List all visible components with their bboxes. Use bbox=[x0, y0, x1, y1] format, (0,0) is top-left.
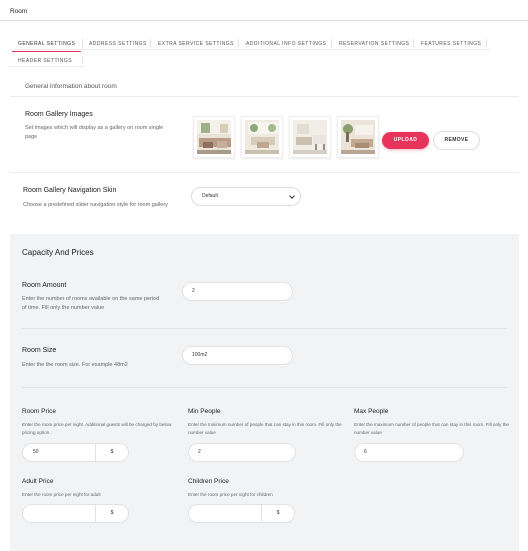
children-price-label: Children Price bbox=[188, 478, 229, 485]
children-price-description: Enter the room price per night for child… bbox=[188, 492, 273, 497]
max-people-input[interactable]: 6 bbox=[354, 443, 464, 462]
max-people-label: Max People bbox=[354, 408, 389, 415]
room-price-value: 50 bbox=[33, 449, 39, 455]
divider bbox=[22, 387, 507, 388]
room-size-description: Enter the the room size. For example 48m… bbox=[22, 362, 128, 368]
min-people-input[interactable]: 2 bbox=[188, 443, 296, 462]
tab-divider bbox=[82, 39, 83, 47]
currency-addon: $ bbox=[261, 505, 294, 522]
tab-divider bbox=[238, 39, 239, 47]
gallery-thumbnail[interactable] bbox=[289, 116, 331, 158]
room-size-label: Room Size bbox=[22, 347, 57, 354]
room-photo-image bbox=[293, 120, 327, 154]
room-amount-input[interactable]: 2 bbox=[182, 282, 293, 301]
nav-skin-label: Room Gallery Navigation Skin bbox=[23, 187, 117, 194]
room-size-input[interactable]: 100m2 bbox=[182, 346, 293, 365]
room-price-input[interactable]: 50 $ bbox=[22, 443, 129, 462]
min-people-label: Min People bbox=[188, 408, 221, 415]
children-price-input[interactable]: $ bbox=[188, 504, 295, 523]
tab-divider bbox=[82, 56, 83, 64]
room-photo-image bbox=[245, 120, 279, 154]
divider bbox=[22, 328, 507, 329]
tab-row-divider bbox=[10, 66, 84, 67]
upload-button[interactable]: UPLOAD bbox=[382, 132, 429, 149]
room-amount-label: Room Amount bbox=[22, 282, 67, 289]
max-people-description: Enter the maximum number of people that … bbox=[354, 422, 509, 435]
gallery-thumbnail[interactable] bbox=[241, 116, 283, 158]
tab-divider bbox=[331, 39, 332, 47]
gallery-thumbnail[interactable] bbox=[193, 116, 235, 158]
gallery-description: Set images which will display as a galle… bbox=[25, 125, 164, 140]
chevron-down-icon bbox=[289, 193, 295, 199]
remove-button[interactable]: REMOVE bbox=[433, 131, 480, 150]
gallery-label: Room Gallery Images bbox=[25, 111, 93, 118]
room-photo-image bbox=[341, 120, 375, 154]
section-subtitle: General information about room bbox=[25, 83, 117, 90]
nav-skin-description: Choose a predefined slider navigation st… bbox=[23, 202, 168, 208]
currency-addon: $ bbox=[95, 444, 128, 461]
divider bbox=[10, 172, 519, 173]
tab-row-divider bbox=[10, 49, 490, 50]
currency-addon: $ bbox=[95, 505, 128, 522]
gallery-thumbnail[interactable] bbox=[337, 116, 379, 158]
tab-divider bbox=[413, 39, 414, 47]
adult-price-input[interactable]: $ bbox=[22, 504, 129, 523]
nav-skin-selected-value: Default bbox=[202, 193, 218, 199]
tab-divider bbox=[486, 39, 487, 47]
min-people-description: Enter the minimum number of people that … bbox=[188, 422, 342, 435]
top-bar: Room bbox=[0, 0, 528, 21]
room-photo-image bbox=[197, 120, 231, 154]
window-title: Room bbox=[10, 8, 28, 15]
divider bbox=[10, 96, 519, 97]
room-price-label: Room Price bbox=[22, 408, 56, 415]
tab-divider bbox=[150, 39, 151, 47]
room-amount-description: Enter the number of rooms available on t… bbox=[22, 296, 160, 311]
room-price-description: Enter the room price per night. Addition… bbox=[22, 422, 172, 435]
adult-price-label: Adult Price bbox=[22, 478, 54, 485]
nav-skin-select[interactable]: Default bbox=[191, 187, 301, 206]
capacity-title: Capacity And Prices bbox=[22, 248, 94, 257]
adult-price-description: Enter the room price per night for adult bbox=[22, 492, 101, 497]
